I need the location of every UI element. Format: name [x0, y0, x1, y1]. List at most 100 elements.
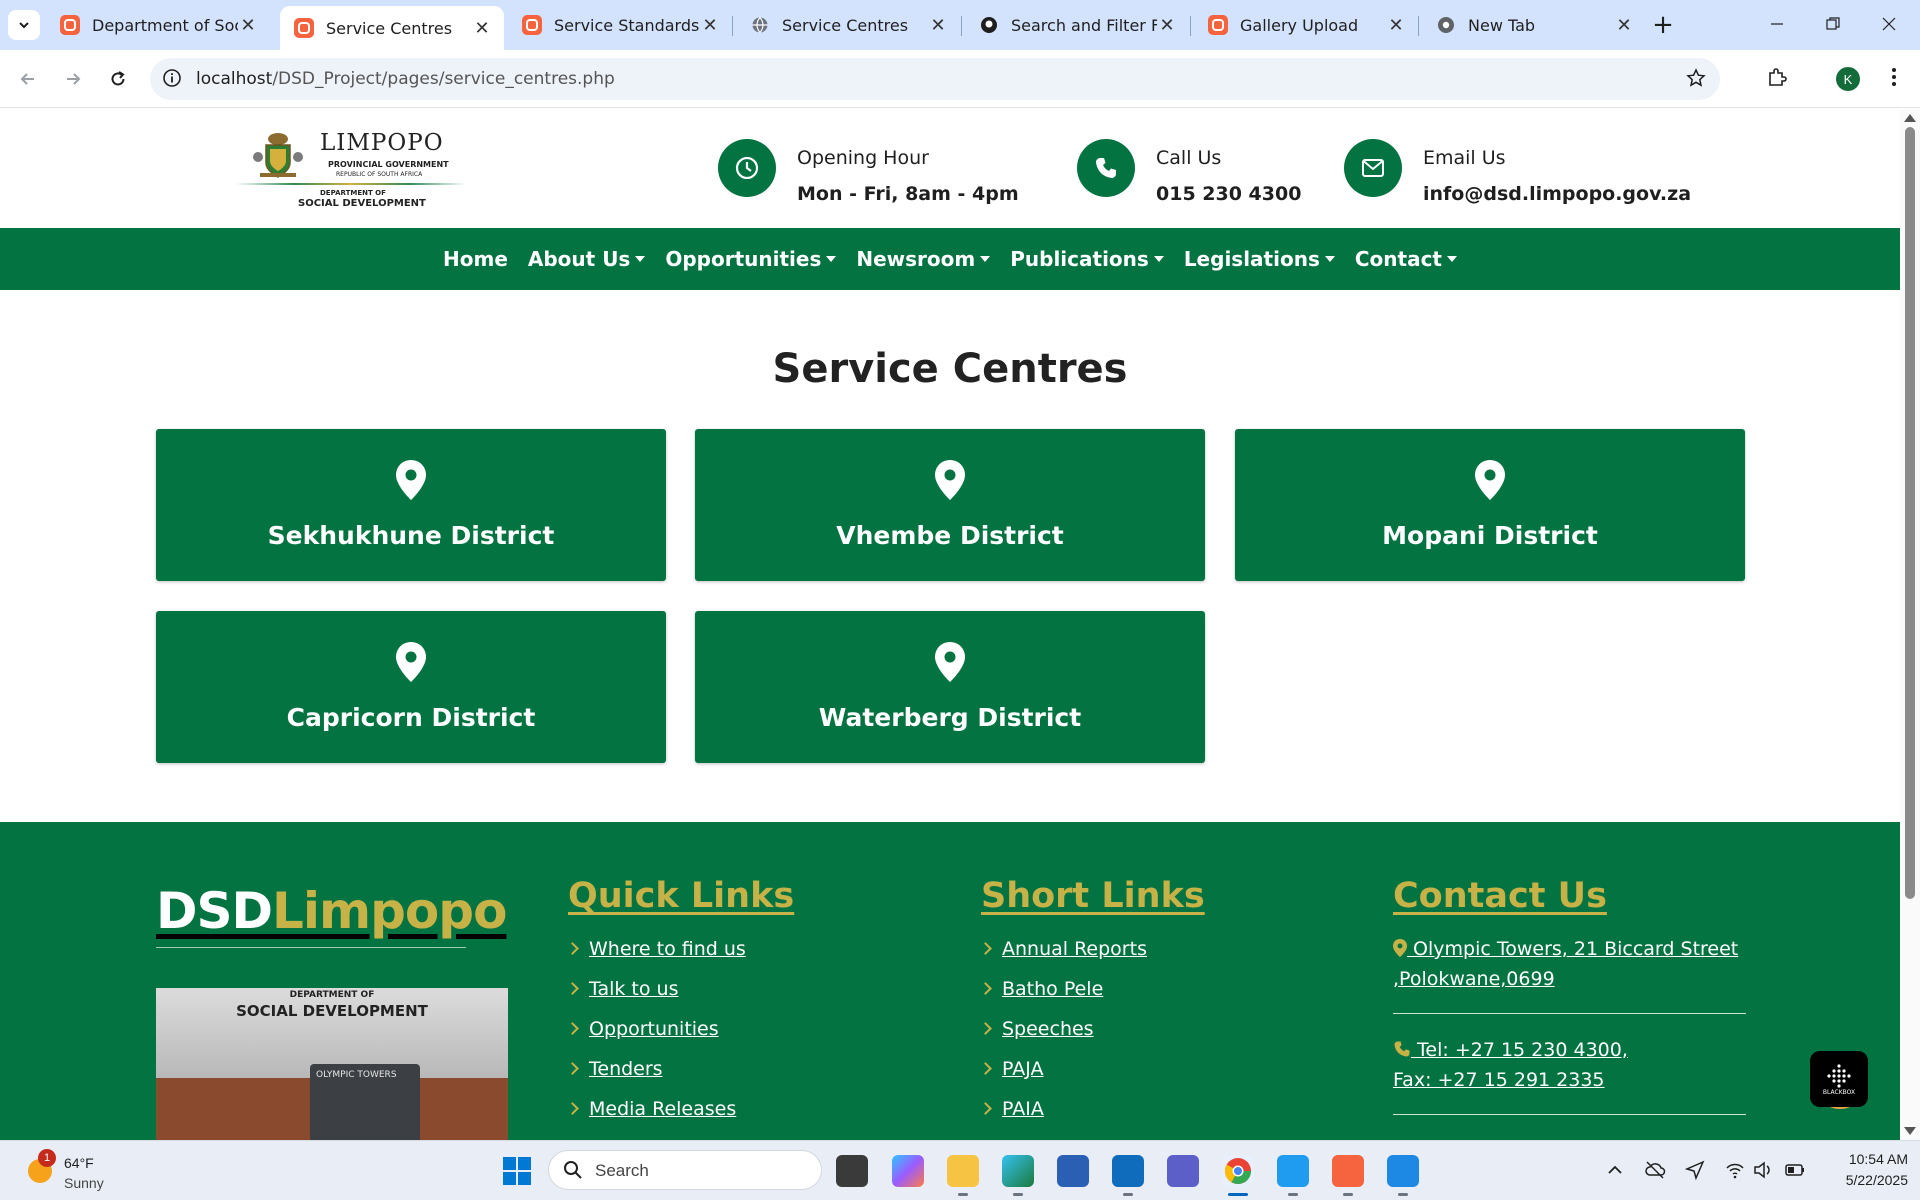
close-icon[interactable]: ✕ — [472, 18, 492, 39]
microsoft-365-icon[interactable] — [892, 1155, 924, 1187]
file-explorer-icon[interactable] — [947, 1155, 979, 1187]
district-card-waterberg[interactable]: Waterberg District — [695, 611, 1205, 763]
blackbox-widget-button[interactable]: BLACKBOX — [1810, 1051, 1868, 1107]
district-name: Vhembe District — [836, 521, 1064, 550]
new-tab-button[interactable]: + — [1648, 10, 1678, 40]
call-us-value[interactable]: 015 230 4300 — [1156, 183, 1301, 205]
contact-address-line1[interactable]: Olympic Towers, 21 Biccard Street — [1393, 938, 1738, 960]
quick-link-media-releases[interactable]: Media Releases — [566, 1098, 736, 1120]
close-icon[interactable]: ✕ — [1614, 15, 1634, 36]
call-us-label: Call Us — [1156, 147, 1222, 169]
taskbar-search[interactable]: Search — [548, 1150, 822, 1190]
department-logo[interactable]: LIMPOPO PROVINCIAL GOVERNMENT REPUBLIC O… — [236, 127, 466, 209]
search-icon — [564, 1161, 582, 1179]
xampp-taskbar-icon[interactable] — [1332, 1155, 1364, 1187]
scroll-up-arrow-icon[interactable] — [1904, 114, 1916, 122]
tab-new-tab[interactable]: New Tab ✕ — [1422, 6, 1646, 44]
short-link-batho-pele[interactable]: Batho Pele — [979, 978, 1103, 1000]
nav-contact[interactable]: Contact — [1345, 247, 1467, 271]
back-button[interactable] — [12, 63, 44, 95]
bookmark-star-icon[interactable] — [1686, 68, 1706, 92]
tab-service-centres-active[interactable]: Service Centres ✕ — [280, 6, 504, 50]
page-scrollbar[interactable] — [1900, 109, 1920, 1140]
short-link-speeches[interactable]: Speeches — [979, 1018, 1094, 1040]
close-icon[interactable]: ✕ — [1157, 15, 1177, 36]
tab-separator — [1190, 16, 1191, 36]
cloud-offline-icon[interactable] — [1644, 1159, 1666, 1181]
forward-button[interactable] — [57, 63, 89, 95]
quick-link-opportunities[interactable]: Opportunities — [566, 1018, 719, 1040]
tab-service-standards[interactable]: Service Standards ✕ — [508, 6, 732, 44]
windows-taskbar: 1 64°F Sunny Search 10:54 AM 5/22/2025 — [0, 1140, 1920, 1200]
tab-title: Search and Filter Fun — [1011, 15, 1157, 35]
contact-address-line2[interactable]: ,Polokwane,0699 — [1393, 968, 1555, 990]
district-card-sekhukhune[interactable]: Sekhukhune District — [156, 429, 666, 581]
district-card-capricorn[interactable]: Capricorn District — [156, 611, 666, 763]
nav-about-us[interactable]: About Us — [518, 247, 655, 271]
contact-divider — [1393, 1013, 1746, 1014]
short-link-annual-reports[interactable]: Annual Reports — [979, 938, 1147, 960]
puzzle-icon — [1769, 68, 1787, 86]
outlook-icon[interactable] — [1112, 1155, 1144, 1187]
chevron-up-icon[interactable] — [1604, 1159, 1626, 1181]
contact-tel[interactable]: Tel: +27 15 230 4300, — [1393, 1039, 1628, 1061]
quick-link-where-to-find-us[interactable]: Where to find us — [566, 938, 746, 960]
contact-divider — [1393, 1114, 1746, 1115]
tab-gallery-upload[interactable]: Gallery Upload ✕ — [1194, 6, 1418, 44]
wifi-icon[interactable] — [1724, 1159, 1746, 1181]
nav-newsroom[interactable]: Newsroom — [846, 247, 1000, 271]
footer-brand-link[interactable]: DSDLimpopo — [156, 882, 507, 940]
nav-home[interactable]: Home — [433, 247, 518, 271]
quick-link-tenders[interactable]: Tenders — [566, 1058, 663, 1080]
tab-search-and-filter[interactable]: Search and Filter Fun ✕ — [965, 6, 1189, 44]
notepad-icon[interactable] — [1387, 1155, 1419, 1187]
chrome-taskbar-icon[interactable] — [1222, 1155, 1254, 1187]
district-card-vhembe[interactable]: Vhembe District — [695, 429, 1205, 581]
edge-browser-icon[interactable] — [1002, 1155, 1034, 1187]
close-window-button[interactable] — [1866, 8, 1912, 40]
short-link-paja[interactable]: PAJA — [979, 1058, 1044, 1080]
task-view-icon[interactable] — [836, 1155, 868, 1187]
scrollbar-thumb[interactable] — [1905, 127, 1915, 899]
extensions-button[interactable] — [1766, 66, 1788, 92]
site-info-icon[interactable] — [162, 68, 182, 92]
close-icon[interactable]: ✕ — [700, 15, 720, 36]
close-icon[interactable]: ✕ — [928, 15, 948, 36]
url-host: localhost — [196, 69, 273, 89]
email-us-value[interactable]: info@dsd.limpopo.gov.za — [1423, 183, 1691, 205]
close-icon[interactable]: ✕ — [1386, 15, 1406, 36]
tab-department-of-social[interactable]: Department of Social ✕ — [46, 6, 270, 44]
map-pin-icon — [396, 460, 426, 500]
nav-legislations[interactable]: Legislations — [1174, 247, 1345, 271]
teams-icon[interactable] — [1167, 1155, 1199, 1187]
link-label: Speeches — [1002, 1018, 1094, 1040]
vscode-icon[interactable] — [1277, 1155, 1309, 1187]
location-arrow-icon[interactable] — [1684, 1159, 1706, 1181]
minimize-button[interactable] — [1754, 8, 1800, 40]
chevron-right-icon — [566, 1022, 579, 1035]
close-icon[interactable]: ✕ — [238, 15, 258, 36]
profile-avatar[interactable]: K — [1836, 67, 1860, 91]
restore-button[interactable] — [1810, 8, 1856, 40]
nav-publications[interactable]: Publications — [1000, 247, 1174, 271]
scroll-down-arrow-icon[interactable] — [1904, 1127, 1916, 1135]
address-bar[interactable]: localhost/DSD_Project/pages/service_cent… — [150, 58, 1720, 100]
short-link-paia[interactable]: PAIA — [979, 1098, 1044, 1120]
contact-fax[interactable]: Fax: +27 15 291 2335 — [1393, 1069, 1605, 1091]
quick-link-talk-to-us[interactable]: Talk to us — [566, 978, 678, 1000]
microsoft-store-icon[interactable] — [1057, 1155, 1089, 1187]
close-icon — [1882, 17, 1896, 31]
link-label: Where to find us — [589, 938, 746, 960]
reload-button[interactable] — [102, 63, 134, 95]
nav-opportunities[interactable]: Opportunities — [655, 247, 846, 271]
system-clock[interactable]: 10:54 AM 5/22/2025 — [1818, 1149, 1908, 1191]
browser-menu-button[interactable] — [1884, 66, 1904, 92]
contact-us-heading: Contact Us — [1393, 876, 1607, 916]
logo-line-provincial: PROVINCIAL GOVERNMENT — [328, 160, 449, 169]
volume-icon[interactable] — [1752, 1159, 1774, 1181]
tab-search-button[interactable] — [8, 10, 40, 40]
start-button[interactable] — [501, 1155, 533, 1187]
district-card-mopani[interactable]: Mopani District — [1235, 429, 1745, 581]
battery-icon[interactable] — [1784, 1159, 1806, 1181]
tab-service-centres[interactable]: Service Centres ✕ — [736, 6, 960, 44]
